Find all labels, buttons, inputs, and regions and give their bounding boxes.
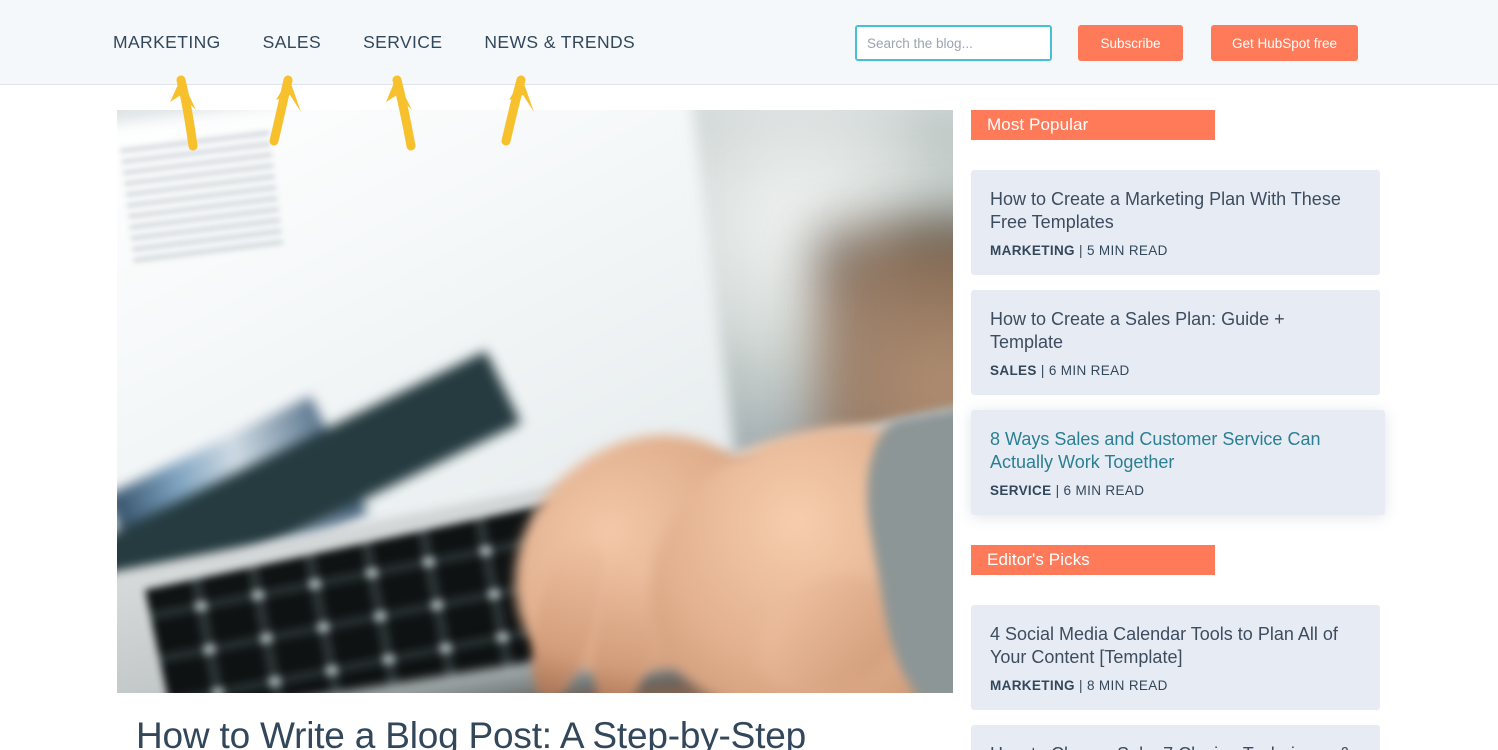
get-hubspot-free-button[interactable]: Get HubSpot free	[1211, 25, 1358, 61]
card-title: How to Create a Marketing Plan With Thes…	[990, 189, 1341, 233]
search-input[interactable]	[857, 27, 1050, 59]
card-meta: SERVICE | 6 MIN READ	[990, 483, 1366, 498]
nav-item-service[interactable]: SERVICE	[363, 28, 442, 57]
list-item[interactable]: How to Close a Sale: 7 Closing Technique…	[971, 725, 1380, 750]
site-header: MARKETING SALES SERVICE NEWS & TRENDS Su…	[0, 0, 1498, 85]
list-item[interactable]: How to Create a Marketing Plan With Thes…	[971, 170, 1380, 276]
nav-item-sales[interactable]: SALES	[263, 28, 321, 57]
card-title: 8 Ways Sales and Customer Service Can Ac…	[990, 429, 1321, 473]
card-meta: MARKETING | 5 MIN READ	[990, 243, 1361, 258]
blog-page: MARKETING SALES SERVICE NEWS & TRENDS Su…	[0, 0, 1498, 750]
card-read-time: 6 MIN READ	[1063, 483, 1145, 499]
subscribe-button[interactable]: Subscribe	[1078, 25, 1183, 61]
featured-article-image[interactable]	[117, 110, 953, 693]
card-title: 4 Social Media Calendar Tools to Plan Al…	[990, 624, 1338, 668]
list-item[interactable]: 8 Ways Sales and Customer Service Can Ac…	[971, 410, 1385, 516]
nav-item-news-and-trends[interactable]: NEWS & TRENDS	[484, 28, 635, 57]
card-read-time: 6 MIN READ	[1048, 363, 1130, 379]
card-category: SALES	[990, 363, 1037, 379]
card-read-time: 5 MIN READ	[1086, 243, 1168, 259]
card-title: How to Close a Sale: 7 Closing Technique…	[990, 743, 1361, 750]
blog-search	[855, 25, 1052, 61]
card-category: SERVICE	[990, 483, 1052, 499]
card-title: How to Create a Sales Plan: Guide + Temp…	[990, 309, 1285, 353]
card-separator: |	[1074, 243, 1087, 259]
sidebar: Most Popular How to Create a Marketing P…	[971, 110, 1385, 750]
section-heading-most-popular: Most Popular	[971, 110, 1215, 140]
list-item[interactable]: 4 Social Media Calendar Tools to Plan Al…	[971, 605, 1380, 711]
primary-nav: MARKETING SALES SERVICE NEWS & TRENDS	[113, 28, 635, 57]
section-heading-editors-picks: Editor's Picks	[971, 545, 1215, 576]
card-meta: SALES | 6 MIN READ	[990, 363, 1361, 378]
card-separator: |	[1074, 678, 1087, 694]
card-category: MARKETING	[990, 243, 1075, 259]
nav-item-marketing[interactable]: MARKETING	[113, 28, 221, 57]
card-category: MARKETING	[990, 678, 1075, 694]
card-meta: MARKETING | 8 MIN READ	[990, 678, 1361, 693]
featured-article: How to Write a Blog Post: A Step-by-Step	[117, 110, 953, 750]
card-read-time: 8 MIN READ	[1086, 678, 1168, 694]
card-separator: |	[1051, 483, 1064, 499]
featured-article-title[interactable]: How to Write a Blog Post: A Step-by-Step	[117, 713, 953, 750]
list-item[interactable]: How to Create a Sales Plan: Guide + Temp…	[971, 290, 1380, 396]
card-separator: |	[1036, 363, 1049, 379]
featured-article-title-band: How to Write a Blog Post: A Step-by-Step	[117, 693, 953, 750]
